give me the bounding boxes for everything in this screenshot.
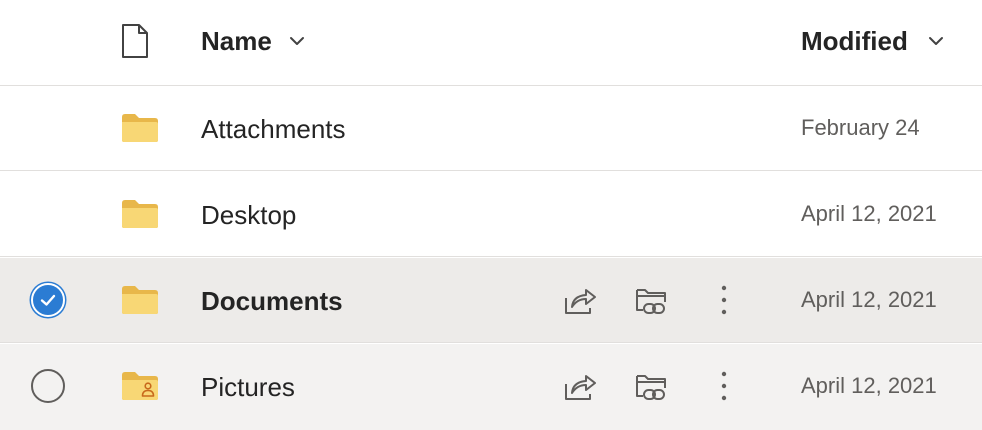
more-options-icon[interactable] (712, 368, 736, 404)
folder-icon (122, 286, 158, 314)
item-name[interactable]: Pictures (201, 371, 295, 403)
list-item[interactable]: Attachments February 24 (0, 86, 982, 171)
row-checkbox-checked[interactable] (31, 283, 65, 317)
row-checkbox[interactable] (31, 369, 65, 403)
item-modified-date: April 12, 2021 (801, 287, 937, 312)
list-header: Name Modified (0, 0, 982, 86)
folder-icon (122, 200, 158, 228)
folder-icon (122, 114, 158, 142)
share-icon[interactable] (562, 282, 598, 318)
name-column-header[interactable]: Name (201, 25, 272, 57)
copy-link-icon[interactable] (634, 368, 670, 404)
copy-link-icon[interactable] (634, 282, 670, 318)
chevron-down-icon[interactable] (928, 35, 944, 47)
list-item-selected[interactable]: Documents April 12, 2021 (0, 258, 982, 343)
file-type-icon[interactable] (121, 24, 149, 58)
modified-column-header[interactable]: Modified (801, 25, 908, 57)
item-modified-date: April 12, 2021 (801, 201, 937, 226)
item-modified-date: April 12, 2021 (801, 373, 937, 398)
shared-folder-icon (122, 372, 158, 400)
item-name[interactable]: Attachments (201, 113, 346, 145)
list-item[interactable]: Pictures April 12, 2021 (0, 344, 982, 430)
chevron-down-icon[interactable] (289, 35, 305, 47)
item-name[interactable]: Documents (201, 285, 343, 317)
checkmark-icon (40, 294, 56, 306)
file-list: Name Modified Attachments February 24 De… (0, 0, 982, 430)
list-item[interactable]: Desktop April 12, 2021 (0, 172, 982, 257)
item-modified-date: February 24 (801, 115, 920, 140)
more-options-icon[interactable] (712, 282, 736, 318)
item-name[interactable]: Desktop (201, 199, 296, 231)
share-icon[interactable] (562, 368, 598, 404)
